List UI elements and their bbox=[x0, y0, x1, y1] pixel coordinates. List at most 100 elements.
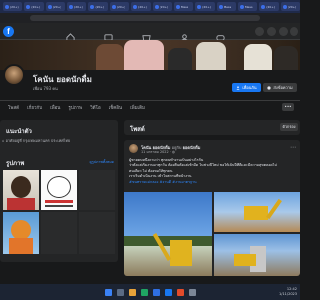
friends-button-label: เพื่อนกัน bbox=[242, 85, 257, 90]
profile-avatar[interactable] bbox=[3, 64, 25, 86]
post-options-icon[interactable]: ⋯ bbox=[290, 144, 296, 151]
tab-label: (20+) bbox=[138, 4, 147, 9]
account-avatar[interactable] bbox=[290, 27, 298, 36]
url-field[interactable] bbox=[30, 15, 260, 21]
tab-favicon-icon bbox=[154, 4, 159, 9]
profile-tabs: โพสต์ เกี่ยวกับ เพื่อน รูปภาพ วิดีโอ เช็… bbox=[0, 100, 300, 114]
message-button-label: ส่งข้อความ bbox=[273, 85, 293, 90]
browser-tab[interactable]: (20+) bbox=[24, 2, 44, 11]
browser-tab[interactable]: (20+) bbox=[45, 2, 66, 11]
filter-button[interactable]: ตัวกรอง bbox=[280, 123, 298, 131]
chrome-icon[interactable] bbox=[140, 288, 148, 296]
facebook-logo-icon[interactable]: f bbox=[3, 26, 14, 37]
settings-icon[interactable] bbox=[188, 288, 196, 296]
groups-icon[interactable] bbox=[180, 27, 189, 42]
browser-tab[interactable]: Mess bbox=[237, 2, 258, 11]
messenger-small-icon bbox=[267, 85, 271, 90]
posts-title: โพสต์ bbox=[130, 126, 145, 133]
photo-thumbnail[interactable] bbox=[3, 170, 39, 210]
post-hashtags[interactable]: #ขนทรายแม่กลอง #งานดี #งานมาตรฐาน bbox=[129, 180, 297, 185]
intro-location: ⌂ อาศัยอยู่ที่ กรุงเทพมหานคร ประเทศไทย bbox=[2, 138, 116, 144]
message-button[interactable]: ส่งข้อความ bbox=[263, 83, 297, 92]
browser-tab[interactable]: (20+) bbox=[109, 2, 130, 11]
system-clock[interactable]: 12:42 1/11/2023 bbox=[279, 287, 297, 297]
post-photo[interactable] bbox=[214, 234, 300, 276]
browser-tab[interactable]: (20+) bbox=[3, 2, 23, 11]
clock-date: 1/11/2023 bbox=[279, 292, 297, 296]
post-body: ผู้ชายคนหนึ่งถามว่า ทุกคนทำงานเป็นอย่างไ… bbox=[129, 158, 297, 185]
browser-tab-strip: (20+) (20+) (20+) (20+) (20+) (20+) (20+) (20+)… bbox=[0, 0, 301, 13]
marketplace-icon[interactable] bbox=[142, 27, 151, 42]
browser-address-bar bbox=[0, 13, 300, 23]
post-author-avatar[interactable] bbox=[129, 144, 138, 153]
windows-taskbar: 12:42 1/11/2023 bbox=[0, 284, 300, 300]
photo-thumbnail[interactable] bbox=[79, 170, 115, 210]
tab-posts[interactable]: โพสต์ bbox=[8, 104, 19, 111]
tab-favicon-icon bbox=[197, 4, 202, 9]
photo-thumbnail[interactable] bbox=[41, 212, 77, 254]
home-location-icon: ⌂ bbox=[2, 138, 5, 143]
tab-friends[interactable]: เพื่อน bbox=[50, 104, 60, 111]
facebook-top-nav: f bbox=[0, 23, 300, 42]
tab-label: (20+) bbox=[52, 4, 62, 9]
tab-checkins[interactable]: เช็คอิน bbox=[109, 104, 122, 111]
post-date[interactable]: 11 มกราคม 2022 · ◍ bbox=[141, 150, 175, 155]
notifications-icon[interactable] bbox=[279, 27, 288, 36]
tab-favicon-icon bbox=[175, 4, 180, 9]
browser-tab[interactable]: Mess bbox=[216, 2, 236, 11]
edge-icon[interactable] bbox=[152, 288, 160, 296]
gaming-icon[interactable] bbox=[216, 27, 225, 41]
photo-thumbnail[interactable] bbox=[41, 170, 77, 210]
tab-videos[interactable]: วิดีโอ bbox=[90, 104, 101, 111]
tab-label: Mess bbox=[244, 4, 253, 9]
tab-label: (20+) bbox=[74, 4, 83, 9]
browser-tab[interactable]: Mess bbox=[173, 2, 194, 11]
tab-photos[interactable]: รูปภาพ bbox=[68, 104, 82, 111]
posts-header: โพสต์ ตัวกรอง bbox=[124, 120, 300, 135]
tab-favicon-icon bbox=[282, 4, 287, 9]
post-photo[interactable] bbox=[214, 192, 300, 232]
friend-check-icon bbox=[236, 85, 240, 90]
tab-label: (20+) bbox=[116, 4, 126, 9]
tab-label: (20+) bbox=[159, 4, 169, 9]
more-options-button[interactable]: ••• bbox=[282, 103, 294, 111]
friends-button[interactable]: เพื่อนกัน bbox=[232, 83, 261, 92]
browser-tab[interactable]: (20+) bbox=[67, 2, 87, 11]
tab-label: Mess bbox=[180, 4, 189, 9]
tab-favicon-icon bbox=[69, 4, 74, 9]
menu-icon[interactable] bbox=[255, 27, 264, 36]
post-photo[interactable] bbox=[124, 192, 212, 276]
browser-tab[interactable]: (20+) bbox=[259, 2, 279, 11]
browser-tab[interactable]: (20+) bbox=[152, 2, 172, 11]
friends-count[interactable]: เพื่อน 793 คน bbox=[33, 85, 58, 92]
facebook-app-icon[interactable] bbox=[164, 288, 172, 296]
photo-grid bbox=[3, 170, 115, 258]
tab-favicon-icon bbox=[261, 4, 266, 9]
tab-more[interactable]: เพิ่มเติม bbox=[130, 104, 145, 111]
tab-favicon-icon bbox=[133, 4, 138, 9]
cover-photo bbox=[0, 40, 300, 70]
browser-tab[interactable]: (20+) bbox=[88, 2, 108, 11]
video-icon[interactable] bbox=[104, 27, 113, 41]
search-icon[interactable] bbox=[116, 288, 124, 296]
messenger-icon[interactable] bbox=[267, 27, 276, 36]
see-all-photos-link[interactable]: ดูรูปภาพทั้งหมด bbox=[90, 159, 115, 165]
home-icon[interactable] bbox=[66, 27, 75, 42]
tab-label: (20+) bbox=[31, 4, 41, 9]
file-explorer-icon[interactable] bbox=[128, 288, 136, 296]
photo-thumbnail[interactable] bbox=[3, 212, 39, 254]
photo-thumbnail[interactable] bbox=[79, 212, 115, 254]
globe-icon: ◍ bbox=[171, 150, 175, 154]
tab-favicon-icon bbox=[5, 4, 9, 9]
browser-tab[interactable]: (20+) bbox=[131, 2, 151, 11]
start-icon[interactable] bbox=[104, 288, 112, 296]
tab-favicon-icon bbox=[47, 4, 52, 9]
tab-about[interactable]: เกี่ยวกับ bbox=[27, 104, 42, 111]
office-icon[interactable] bbox=[176, 288, 184, 296]
tab-favicon-icon bbox=[26, 4, 31, 9]
post-with-link[interactable]: ยอดนักดื่ม bbox=[183, 145, 201, 150]
browser-tab[interactable]: (20+) bbox=[280, 2, 301, 11]
post-card: โคนัน ยอดนักดื่ม อยู่กับ ยอดนักดื่ม 11 ม… bbox=[124, 140, 300, 276]
tab-label: (20+) bbox=[202, 4, 211, 9]
browser-tab[interactable]: (20+) bbox=[195, 2, 215, 11]
